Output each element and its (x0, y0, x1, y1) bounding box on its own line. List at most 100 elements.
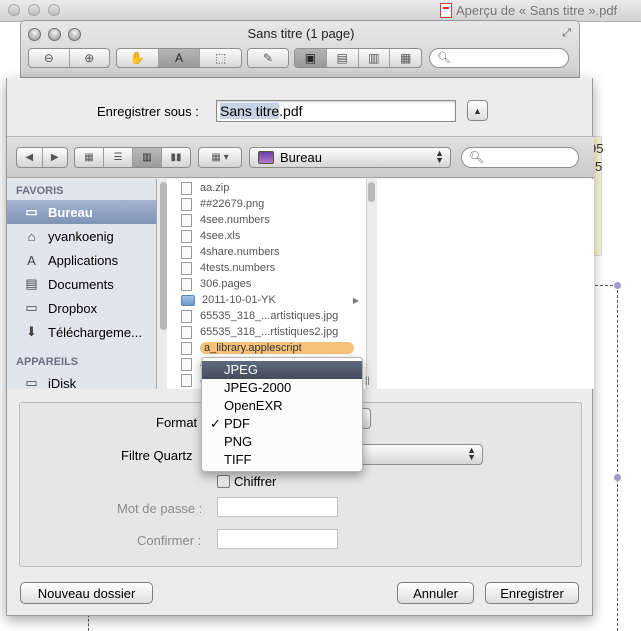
pencil-icon[interactable]: ✎ (248, 49, 288, 67)
list-item[interactable]: 4see.numbers (167, 212, 363, 228)
list-item[interactable]: 306.pages (167, 276, 363, 292)
file-name: 65535_318_...artistiques.jpg (200, 310, 339, 322)
sidebar-item-bureau[interactable]: ▭ Bureau (7, 200, 156, 224)
idisk-icon: ▭ (25, 375, 38, 389)
collapse-sheet-button[interactable]: ▲ (467, 100, 488, 121)
single-page-icon[interactable]: ▣ (295, 49, 327, 67)
table-number-2: 5 (595, 159, 603, 174)
preview-window-toolbar: Sans titre (1 page) ⤢ ⊖ ⊕ ✋ A ⬚ ✎ ▣ ▤ ▥ … (20, 20, 580, 78)
file-icon (181, 277, 192, 291)
list-item[interactable]: 2011-10-01-YK ▶ (167, 292, 363, 308)
list-item[interactable]: ##22679.png (167, 196, 363, 212)
menu-item-label: JPEG-2000 (224, 380, 292, 395)
confirm-password-field[interactable] (217, 529, 338, 549)
home-icon: ⌂ (27, 228, 36, 244)
list-view-icon[interactable]: ☰ (104, 148, 133, 167)
back-forward-control: ◀ ▶ (16, 147, 68, 168)
coverflow-view-icon[interactable]: ▮▮ (162, 148, 190, 167)
two-page-icon[interactable]: ▥ (359, 49, 391, 67)
quartz-filter-label: Filtre Quartz (121, 448, 193, 463)
sidebar-view-icon[interactable]: ▤ (327, 49, 359, 67)
list-item[interactable]: a_library.applescript (167, 340, 363, 356)
menu-item-pdf[interactable]: ✓ PDF (202, 415, 362, 433)
format-label: Format (156, 415, 198, 430)
save-as-filename-field[interactable]: Sans titre.pdf (216, 100, 456, 122)
background-titlebar: Aperçu de « Sans titre ».pdf (0, 0, 641, 22)
file-name: a_library.applescript (200, 342, 354, 354)
file-search-field[interactable]: 🔍︎ (461, 147, 579, 168)
minimize-light-icon[interactable] (28, 4, 40, 16)
arrange-menu-button[interactable]: ▦ ▾ (198, 147, 242, 168)
menu-item-tiff[interactable]: TIFF (202, 451, 362, 469)
hand-tool-icon[interactable]: ✋ (117, 49, 159, 67)
checkmark-icon: ✓ (210, 416, 221, 431)
menu-item-label: JPEG (224, 362, 258, 377)
forward-arrow-icon[interactable]: ▶ (43, 148, 68, 167)
search-icon: 🔍︎ (469, 150, 485, 164)
sidebar-item-dropbox[interactable]: ▭ Dropbox (7, 296, 156, 320)
triangle-up-icon: ▲ (473, 105, 482, 116)
list-item[interactable]: 4see.xls (167, 228, 363, 244)
password-field[interactable] (217, 497, 338, 517)
preview-window-title: Sans titre (1 page) (247, 26, 355, 41)
file-name: 306.pages (200, 278, 252, 290)
annotate-group: ✎ (247, 48, 289, 68)
zoom-out-icon[interactable]: ⊖ (29, 49, 70, 67)
menu-item-label: OpenEXR (224, 398, 283, 413)
list-item[interactable]: 4share.numbers (167, 244, 363, 260)
location-popup[interactable]: Bureau ▲ ▼ (249, 147, 451, 168)
desktop-icon: ▭ (25, 204, 38, 219)
encrypt-label: Chiffrer (234, 474, 277, 489)
column-resize-handle[interactable]: || (365, 375, 370, 385)
desktop-folder-icon (258, 151, 274, 164)
list-item[interactable]: aa.zip (167, 180, 363, 196)
menu-item-jpeg[interactable]: JPEG (202, 361, 362, 379)
contact-sheet-icon[interactable]: ▦ (390, 49, 421, 67)
save-button[interactable]: Enregistrer (485, 582, 579, 604)
menu-item-openexr[interactable]: OpenEXR (202, 397, 362, 415)
sidebar-item-idisk[interactable]: ▭ iDisk (7, 371, 156, 389)
format-menu: JPEG JPEG-2000 OpenEXR ✓ PDF PNG TIFF (201, 357, 363, 472)
encrypt-checkbox[interactable] (217, 475, 230, 488)
select-tool-icon[interactable]: ⬚ (200, 49, 241, 67)
sidebar-item-applications[interactable]: A Applications (7, 248, 156, 272)
selection-handle[interactable] (614, 282, 621, 289)
column-scrollbar[interactable] (368, 182, 375, 202)
back-arrow-icon[interactable]: ◀ (17, 148, 43, 167)
fullscreen-icon[interactable]: ⤢ (562, 27, 571, 40)
text-tool-icon[interactable]: A (158, 49, 201, 67)
view-group: ▣ ▤ ▥ ▦ (294, 48, 422, 68)
zoom-in-icon[interactable]: ⊕ (70, 49, 110, 67)
zoom-light-icon[interactable] (48, 4, 60, 16)
file-name: 4see.xls (200, 230, 241, 242)
popup-arrows-icon: ▲ ▼ (467, 445, 476, 462)
location-label: Bureau (280, 150, 322, 165)
list-item[interactable]: 4tests.numbers (167, 260, 363, 276)
sidebar-scrollbar[interactable] (160, 182, 167, 330)
menu-item-label: PDF (224, 416, 250, 431)
zoom-group: ⊖ ⊕ (28, 48, 110, 68)
list-item[interactable]: 65535_318_...rtistiques2.jpg (167, 324, 363, 340)
script-file-icon (181, 341, 192, 355)
sidebar-item-label: Téléchargeme... (48, 324, 142, 340)
sidebar-item-home[interactable]: ⌂ yvankoenig (7, 224, 156, 248)
sidebar-item-label: Applications (48, 252, 119, 268)
menu-item-jpeg2000[interactable]: JPEG-2000 (202, 379, 362, 397)
menu-item-png[interactable]: PNG (202, 433, 362, 451)
file-icon (181, 325, 192, 339)
list-item[interactable]: 65535_318_...artistiques.jpg (167, 308, 363, 324)
new-folder-button[interactable]: Nouveau dossier (20, 582, 153, 604)
file-icon (181, 181, 192, 195)
empty-column (377, 179, 594, 389)
file-icon (181, 373, 192, 387)
preview-search-field[interactable]: 🔍︎ (429, 48, 569, 68)
browser-navigation-bar: ◀ ▶ ▦ ☰ ▥ ▮▮ ▦ ▾ Bureau ▲ ▼ 🔍︎ (7, 136, 594, 178)
column-view-icon[interactable]: ▥ (133, 148, 162, 167)
selection-handle[interactable] (614, 474, 621, 481)
icon-view-icon[interactable]: ▦ (75, 148, 104, 167)
documents-icon: ▤ (25, 276, 38, 291)
close-light-icon[interactable] (8, 4, 20, 16)
cancel-button[interactable]: Annuler (397, 582, 474, 604)
sidebar-item-documents[interactable]: ▤ Documents (7, 272, 156, 296)
sidebar-item-downloads[interactable]: ⬇ Téléchargeme... (7, 320, 156, 344)
